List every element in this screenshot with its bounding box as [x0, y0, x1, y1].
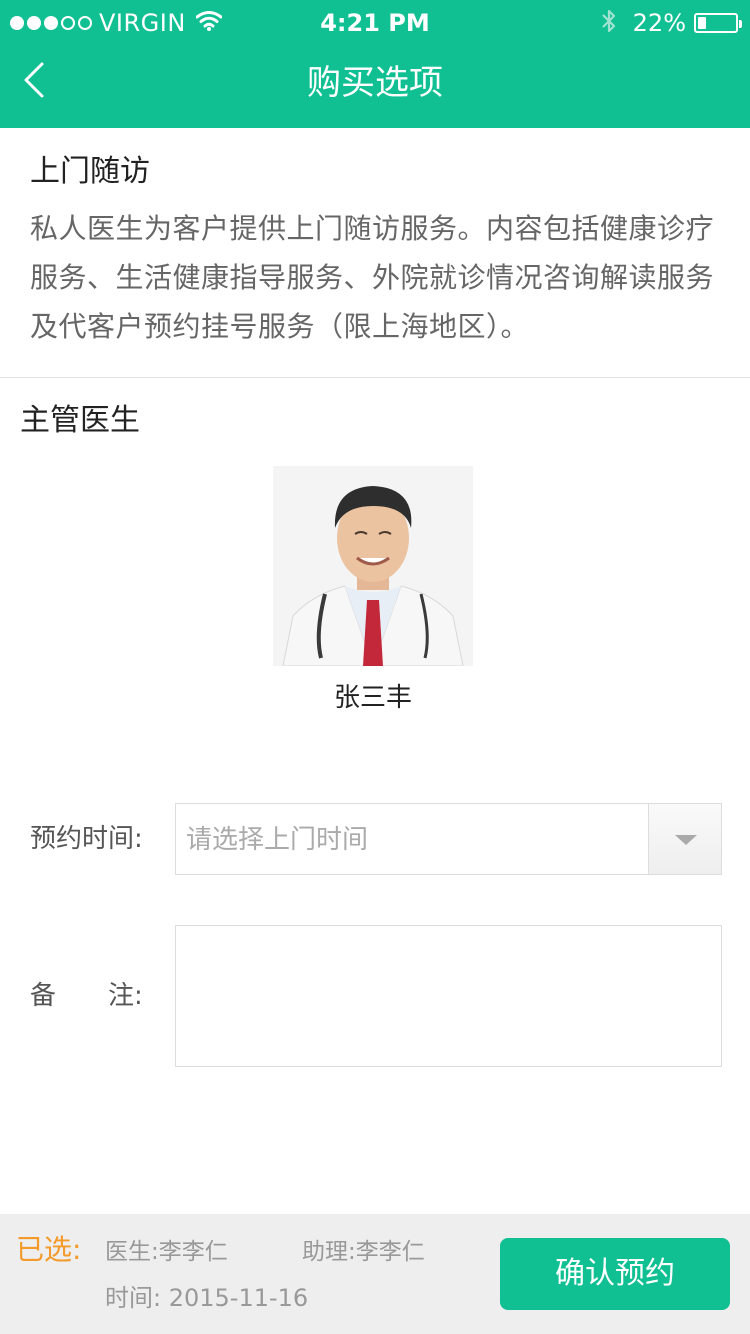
battery-tip: [739, 20, 742, 28]
note-textarea[interactable]: [175, 925, 722, 1067]
battery-fill: [698, 17, 706, 29]
dropdown-button[interactable]: [648, 804, 721, 874]
status-bar: VIRGIN 4:21 PM 22%: [0, 0, 750, 46]
note-label: 备 注:: [30, 981, 143, 1011]
status-right: 22%: [601, 8, 742, 38]
doctor-photo[interactable]: [273, 466, 473, 666]
selected-time-text: 时间: 2015-11-16: [105, 1284, 309, 1312]
selected-label: 已选:: [16, 1233, 82, 1266]
caret-down-icon: [675, 835, 697, 845]
service-description: 私人医生为客户提供上门随访服务。内容包括健康诊疗服务、生活健康指导服务、外院就诊…: [30, 212, 715, 343]
battery-percent: 22%: [632, 9, 686, 37]
doctor-name: 张三丰: [333, 683, 412, 713]
appointment-time-placeholder: 请选择上门时间: [186, 825, 369, 855]
footer-bar: 已选: 医生:李李仁 助理:李李仁 时间: 2015-11-16 确认预约: [0, 1214, 750, 1334]
page-title: 购买选项: [307, 63, 443, 103]
doctor-section-heading: 主管医生: [20, 403, 140, 438]
selected-doctor-text: 医生:李李仁: [105, 1239, 228, 1265]
bluetooth-icon: [601, 8, 617, 38]
appointment-time-label: 预约时间:: [30, 824, 143, 854]
service-title: 上门随访: [30, 154, 150, 189]
app-screen: VIRGIN 4:21 PM 22% 购买选项 上门随访 私人医生为客户提供上门…: [0, 0, 750, 1334]
app-header: VIRGIN 4:21 PM 22% 购买选项: [0, 0, 750, 128]
battery-icon: [694, 13, 742, 33]
confirm-appointment-button[interactable]: 确认预约: [500, 1238, 730, 1310]
service-intro: 上门随访 私人医生为客户提供上门随访服务。内容包括健康诊疗服务、生活健康指导服务…: [0, 128, 750, 378]
appointment-time-select[interactable]: 请选择上门时间: [175, 803, 722, 875]
nav-bar: 购买选项: [0, 46, 750, 128]
selected-assistant-text: 助理:李李仁: [302, 1239, 425, 1265]
